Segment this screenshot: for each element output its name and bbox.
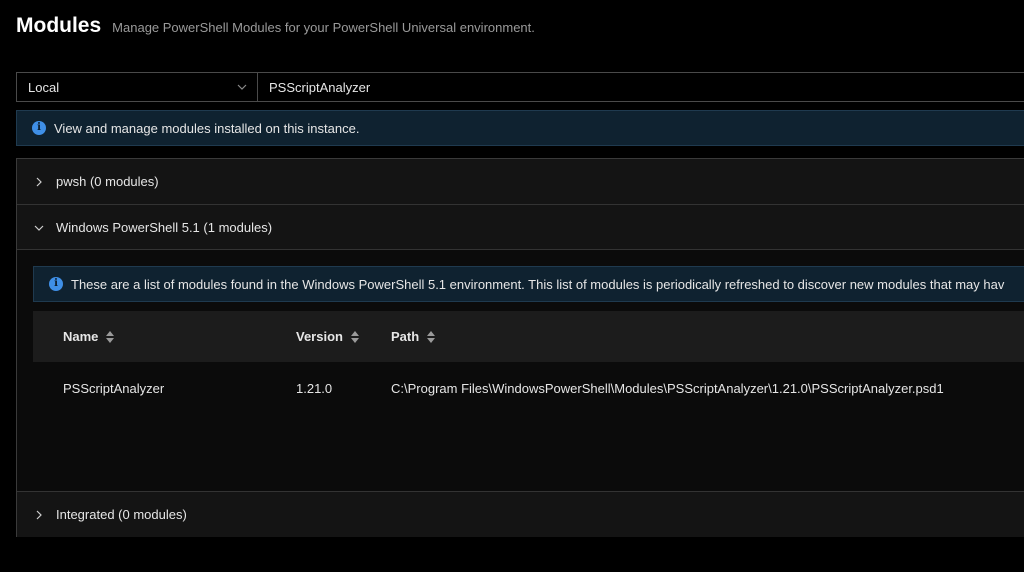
chevron-down-icon <box>33 222 45 234</box>
panel-title: Windows PowerShell 5.1 (1 modules) <box>56 220 273 235</box>
column-header-name[interactable]: Name <box>63 311 115 362</box>
column-label: Name <box>63 329 99 344</box>
info-icon: i <box>32 121 46 135</box>
source-select[interactable]: Local <box>16 72 258 102</box>
panel-title: Integrated (0 modules) <box>56 507 187 522</box>
column-label: Path <box>391 329 420 344</box>
panel-header-pwsh[interactable]: pwsh (0 modules) <box>17 159 1024 204</box>
info-icon: i <box>49 277 63 291</box>
search-input[interactable] <box>258 72 1024 102</box>
module-name: PSScriptAnalyzer <box>63 380 165 396</box>
panel-body-windows-powershell: i These are a list of modules found in t… <box>17 250 1024 491</box>
panel-header-integrated[interactable]: Integrated (0 modules) <box>17 492 1024 537</box>
chevron-right-icon <box>33 509 45 521</box>
page-title: Modules <box>16 14 102 37</box>
chevron-right-icon <box>33 176 45 188</box>
column-header-version[interactable]: Version <box>296 311 359 362</box>
page-subtitle: Manage PowerShell Modules for your Power… <box>112 20 535 35</box>
chevron-down-icon <box>237 82 247 92</box>
sort-icon <box>419 330 436 343</box>
module-path: C:\Program Files\WindowsPowerShell\Modul… <box>391 380 944 396</box>
environments-collapse: pwsh (0 modules) Windows PowerShell 5.1 … <box>16 158 1024 537</box>
panel-title: pwsh (0 modules) <box>56 174 159 189</box>
info-banner-text: View and manage modules installed on thi… <box>54 120 360 136</box>
modules-page: Modules Manage PowerShell Modules for yo… <box>0 0 1024 572</box>
source-select-value: Local <box>28 79 60 95</box>
column-label: Version <box>296 329 343 344</box>
sort-icon <box>98 330 115 343</box>
toolbar: Local <box>16 72 1024 102</box>
info-banner: i View and manage modules installed on t… <box>16 110 1024 146</box>
windows-powershell-info-text: These are a list of modules found in the… <box>71 276 1005 292</box>
panel-header-windows-powershell[interactable]: Windows PowerShell 5.1 (1 modules) <box>17 205 1024 250</box>
windows-powershell-info-banner: i These are a list of modules found in t… <box>33 266 1024 302</box>
modules-table-header: Name Version Path <box>33 311 1024 362</box>
page-header: Modules Manage PowerShell Modules for yo… <box>16 14 535 38</box>
column-header-path[interactable]: Path <box>391 311 436 362</box>
module-version: 1.21.0 <box>296 380 333 396</box>
table-row[interactable]: PSScriptAnalyzer 1.21.0 C:\Program Files… <box>33 362 1024 414</box>
sort-icon <box>343 330 359 343</box>
